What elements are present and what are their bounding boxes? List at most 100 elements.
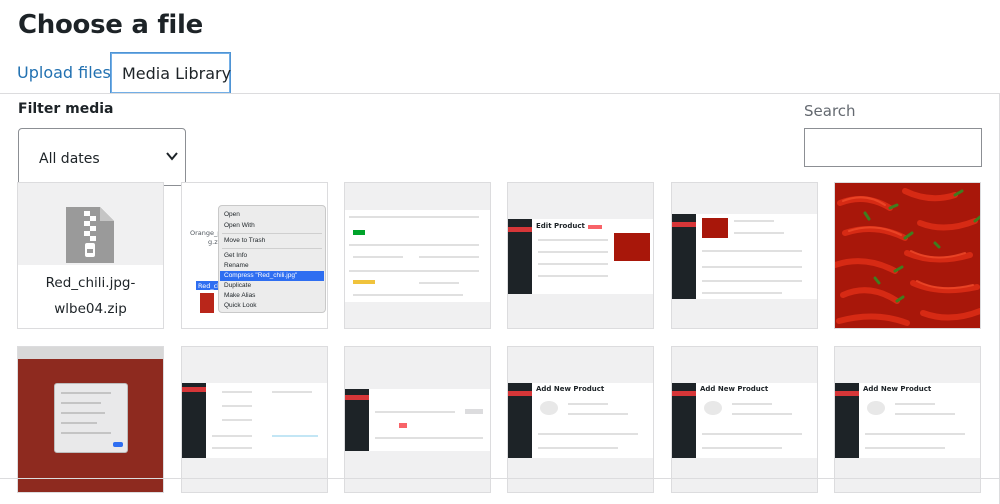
thumb-line: [349, 216, 479, 218]
thumb-line: [353, 256, 403, 258]
thumb-admin-sidebar: [835, 383, 859, 458]
thumb-line: [349, 270, 479, 272]
thumb-line: [734, 232, 784, 234]
thumb-line: [538, 275, 608, 277]
media-item-red-chili-image[interactable]: [834, 182, 981, 329]
thumb-line: [895, 403, 935, 405]
zip-filename: Red_chili.jpg- wlbe04.zip: [18, 265, 163, 328]
thumb-line: [61, 402, 101, 404]
thumb-line: [375, 411, 455, 413]
media-item-image-resize-screenshot[interactable]: [17, 346, 164, 493]
thumb-content: [672, 214, 817, 299]
thumb-line: [353, 294, 463, 296]
thumb-add-new-product-title: Add New Product: [700, 385, 769, 393]
thumb-admin-sidebar: [508, 219, 532, 294]
thumb-line: [702, 266, 802, 268]
chevron-down-icon: [166, 152, 178, 161]
media-item-edit-product-screenshot[interactable]: Edit Product: [507, 182, 654, 329]
media-modal: Choose a file Upload files Media Library…: [0, 0, 1000, 504]
thumb-button: [465, 409, 483, 414]
thumb-line: [538, 433, 638, 435]
thumb-red-button: [399, 423, 407, 428]
thumb-line: [734, 220, 774, 222]
thumb-pepper-image: [614, 233, 650, 261]
media-item-product-list-screenshot[interactable]: [344, 346, 491, 493]
media-item-downloadable-options-screenshot[interactable]: [344, 182, 491, 329]
thumb-line: [538, 239, 608, 241]
media-item-zip[interactable]: Red_chili.jpg- wlbe04.zip: [17, 182, 164, 329]
thumb-content: [182, 383, 327, 458]
thumb-line: [349, 244, 479, 246]
thumb-line: [212, 435, 252, 437]
search-label: Search: [804, 102, 856, 120]
thumb-content: Edit Product: [508, 219, 653, 294]
ctx-make-alias: Make Alias: [224, 292, 256, 299]
thumb-sidebar-active: [508, 391, 532, 396]
zip-file-icon: [66, 207, 114, 263]
thumb-edit-product-title: Edit Product: [536, 222, 585, 230]
thumb-line: [222, 405, 252, 407]
toolbar-divider: [0, 478, 1000, 479]
media-tabs: Upload files Media Library: [0, 52, 1000, 94]
thumb-line: [702, 433, 802, 435]
filename-fragment: Orange_p: [190, 229, 222, 237]
thumb-sidebar-active: [672, 391, 696, 396]
thumb-line: [222, 391, 252, 393]
thumb-window-bar: [18, 347, 163, 359]
thumb-line: [61, 422, 97, 424]
thumb-sidebar-active: [345, 395, 369, 400]
thumb-admin-sidebar: [345, 389, 369, 451]
thumb-line: [222, 419, 252, 421]
thumb-line: [419, 256, 479, 258]
ctx-separator: [222, 248, 322, 249]
thumb-red-badge: [588, 225, 602, 229]
thumb-line: [895, 413, 955, 415]
media-item-product-editor-screenshot[interactable]: [671, 182, 818, 329]
thumb-admin-sidebar: [672, 214, 696, 299]
ctx-get-info: Get Info: [224, 252, 248, 259]
thumb-line: [538, 263, 608, 265]
thumb-line: [61, 432, 111, 434]
thumb-line: [865, 447, 945, 449]
tab-media-library[interactable]: Media Library: [110, 52, 231, 94]
thumb-add-new-product-title: Add New Product: [536, 385, 605, 393]
thumb-sidebar-active: [508, 227, 532, 232]
media-item-context-menu-screenshot[interactable]: Orange_p g.zi Red_ch Open Open With Move…: [181, 182, 328, 329]
media-item-add-new-product-screenshot-3[interactable]: Add New Product: [834, 346, 981, 493]
red-chili-photo: [835, 183, 980, 328]
date-filter-select[interactable]: All dates: [18, 128, 186, 186]
thumb-green-button: [353, 230, 365, 235]
media-item-add-new-product-screenshot-2[interactable]: Add New Product: [671, 346, 818, 493]
thumb-line: [702, 250, 802, 252]
ctx-compress: Compress "Red_chili.jpg": [220, 271, 324, 281]
ctx-quick-look: Quick Look: [224, 302, 257, 309]
media-item-add-new-product-screenshot-1[interactable]: Add New Product: [507, 346, 654, 493]
thumb-line: [702, 280, 802, 282]
thumb-line: [568, 413, 628, 415]
ctx-open: Open: [224, 211, 240, 218]
thumb-line: [568, 403, 608, 405]
media-item-admin-settings-screenshot[interactable]: [181, 346, 328, 493]
thumb-line: [865, 433, 965, 435]
thumb-ok-button: [113, 442, 123, 447]
ctx-move-to-trash: Move to Trash: [224, 237, 266, 244]
ctx-open-with: Open With: [224, 222, 255, 229]
thumb-line: [212, 447, 252, 449]
dialog-title: Choose a file: [18, 10, 203, 40]
thumb-line: [419, 282, 459, 284]
thumb-line: [61, 412, 105, 414]
thumb-content: Add New Product: [672, 383, 817, 458]
thumb-admin-sidebar: [182, 383, 206, 458]
thumb-upload-cloud: [540, 401, 558, 415]
thumb-admin-sidebar: [672, 383, 696, 458]
ctx-duplicate: Duplicate: [224, 282, 252, 289]
tab-upload-files[interactable]: Upload files: [6, 52, 122, 94]
tabs-divider: [0, 93, 1000, 94]
search-input[interactable]: [804, 128, 982, 167]
thumb-line: [538, 251, 608, 253]
thumb-yellow-tag: [353, 280, 375, 284]
thumb-dialog: [54, 383, 128, 453]
thumb-line: [272, 391, 312, 393]
thumb-sidebar-active: [182, 387, 206, 392]
context-menu: Open Open With Move to Trash Get Info Re…: [218, 205, 326, 313]
